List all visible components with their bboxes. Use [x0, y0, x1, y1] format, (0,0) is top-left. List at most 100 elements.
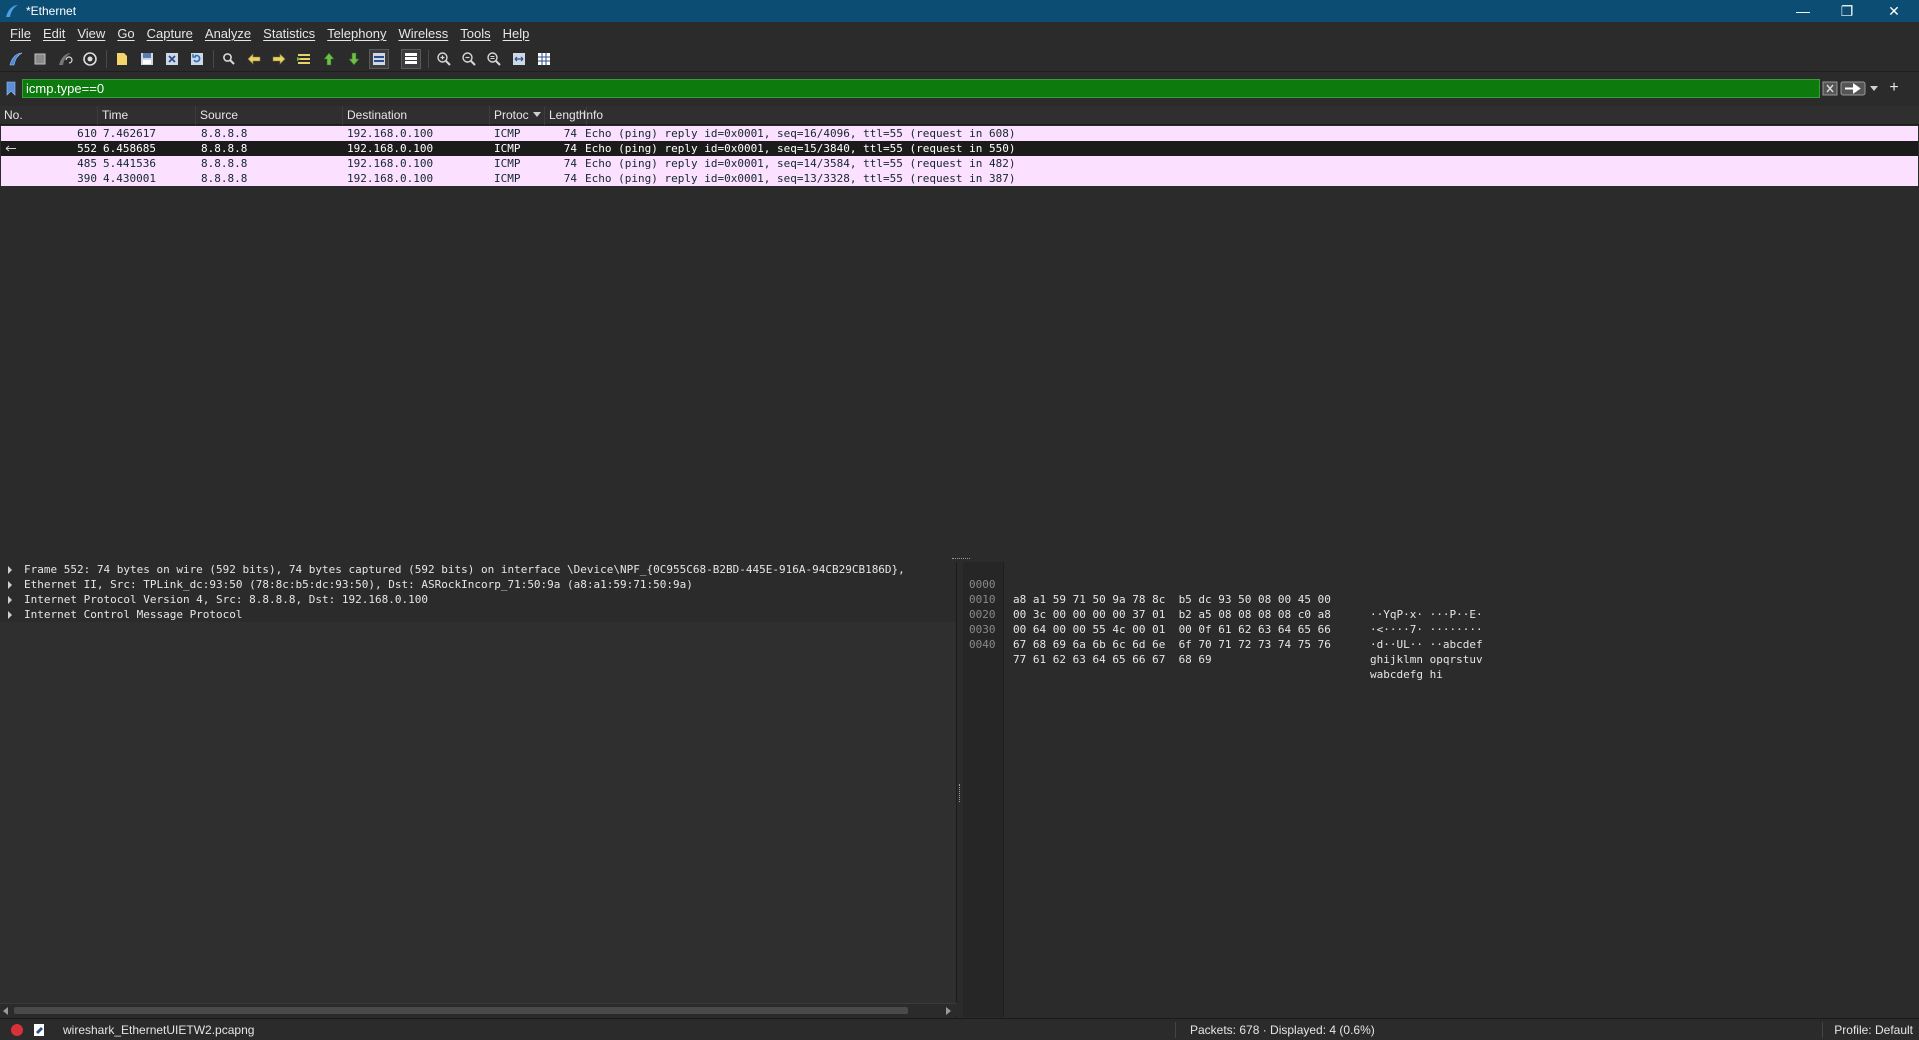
splitter-grip [952, 558, 970, 560]
column-header-info[interactable]: Info [583, 106, 1919, 125]
autoscroll-icon [373, 53, 385, 65]
hex-ascii: wabcdefg hi [1370, 668, 1443, 681]
close-file-button[interactable] [162, 49, 182, 69]
column-header-no[interactable]: No. [0, 106, 98, 125]
packet-protocol: ICMP [494, 172, 521, 185]
go-to-packet-icon [297, 54, 310, 64]
start-capture-button[interactable] [6, 49, 26, 69]
add-filter-button-icon[interactable]: + [1886, 78, 1902, 98]
expand-arrow-icon[interactable] [8, 581, 12, 589]
menu-statistics[interactable]: Statistics [257, 26, 321, 41]
zoom-normal-button[interactable] [484, 49, 504, 69]
save-file-button[interactable] [137, 49, 157, 69]
zoom-in-button[interactable] [434, 49, 454, 69]
packet-info: Echo (ping) reply id=0x0001, seq=16/4096… [585, 127, 1016, 140]
restart-icon [59, 53, 73, 65]
go-to-packet-button[interactable] [294, 49, 314, 69]
tree-item-ipv4[interactable]: Internet Protocol Version 4, Src: 8.8.8.… [0, 592, 957, 607]
reload-file-button[interactable] [187, 49, 207, 69]
menu-telephony[interactable]: Telephony [321, 26, 392, 41]
hex-row[interactable]: 0020 00 64 00 00 55 4c 00 01 00 0f 61 62… [963, 592, 1919, 651]
close-button[interactable]: ✕ [1872, 0, 1916, 22]
hex-bytes: 77 61 62 63 64 65 66 67 68 69 [1013, 653, 1212, 666]
chevron-down-icon[interactable] [1868, 81, 1880, 96]
zoom-normal-icon [487, 52, 501, 66]
hex-bytes: 67 68 69 6a 6b 6c 6d 6e 6f 70 71 72 73 7… [1013, 638, 1331, 651]
menu-edit[interactable]: Edit [37, 26, 71, 41]
menu-file[interactable]: File [4, 26, 37, 41]
capture-status-indicator-icon[interactable] [11, 1024, 23, 1036]
reload-icon [191, 53, 203, 65]
menu-analyze[interactable]: Analyze [199, 26, 257, 41]
column-header-protocol[interactable]: Protoc [490, 106, 545, 125]
expand-arrow-icon[interactable] [8, 611, 12, 619]
packet-row-selected[interactable]: 552 6.458685 8.8.8.8 192.168.0.100 ICMP … [1, 141, 1918, 156]
hex-row[interactable]: 0000 a8 a1 59 71 50 9a 78 8c b5 dc 93 50… [963, 562, 1919, 621]
packet-protocol: ICMP [494, 127, 521, 140]
tree-item-icmp[interactable]: Internet Control Message Protocol [0, 607, 957, 622]
go-first-button[interactable] [319, 49, 339, 69]
expand-arrow-icon[interactable] [8, 596, 12, 604]
tree-item-ethernet[interactable]: Ethernet II, Src: TPLink_dc:93:50 (78:8c… [0, 577, 957, 592]
clear-filter-icon[interactable] [1822, 81, 1838, 96]
find-packet-button[interactable] [219, 49, 239, 69]
resize-columns-icon [513, 53, 525, 65]
display-filter-input[interactable] [22, 79, 1820, 98]
packet-row[interactable]: 390 4.430001 8.8.8.8 192.168.0.100 ICMP … [1, 171, 1918, 186]
apply-filter-icon[interactable] [1840, 81, 1866, 96]
minimize-button[interactable]: — [1781, 0, 1825, 22]
menu-help[interactable]: Help [497, 26, 536, 41]
scroll-right-icon[interactable] [946, 1007, 952, 1015]
colorize-button[interactable] [401, 49, 421, 69]
menu-tools[interactable]: Tools [454, 26, 496, 41]
profile-selector[interactable]: Profile: Default [1834, 1023, 1913, 1037]
tree-item-label: Frame 552: 74 bytes on wire (592 bits), … [24, 563, 905, 576]
scrollbar-thumb[interactable] [14, 1007, 908, 1014]
packet-source: 8.8.8.8 [201, 157, 248, 170]
menu-go[interactable]: Go [111, 26, 140, 41]
hex-row[interactable]: 0030 67 68 69 6a 6b 6c 6d 6e 6f 70 71 72… [963, 607, 1919, 666]
capture-options-button[interactable] [80, 49, 100, 69]
scroll-left-icon[interactable] [3, 1007, 9, 1015]
column-header-length[interactable]: Length [545, 106, 587, 125]
menu-view[interactable]: View [71, 26, 111, 41]
go-back-button[interactable] [244, 49, 264, 69]
resize-columns-button[interactable] [509, 49, 529, 69]
packet-row[interactable]: 610 7.462617 8.8.8.8 192.168.0.100 ICMP … [1, 126, 1918, 141]
restart-capture-button[interactable] [55, 49, 75, 69]
menu-wireless[interactable]: Wireless [392, 26, 454, 41]
tree-item-frame[interactable]: Frame 552: 74 bytes on wire (592 bits), … [0, 562, 957, 577]
restore-button[interactable]: ❐ [1825, 0, 1869, 22]
packet-row[interactable]: 485 5.441536 8.8.8.8 192.168.0.100 ICMP … [1, 156, 1918, 171]
stop-capture-button[interactable] [30, 49, 50, 69]
packet-source: 8.8.8.8 [201, 142, 248, 155]
zoom-out-button[interactable] [459, 49, 479, 69]
colorize-icon [405, 53, 417, 64]
column-header-source[interactable]: Source [196, 106, 343, 125]
packet-time: 6.458685 [103, 142, 156, 155]
bookmark-icon[interactable] [6, 81, 16, 96]
open-file-button[interactable] [112, 49, 132, 69]
hex-row[interactable]: 0040 77 61 62 63 64 65 66 67 68 69 wabcd… [963, 622, 1919, 681]
column-header-destination[interactable]: Destination [343, 106, 490, 125]
packet-destination: 192.168.0.100 [347, 142, 434, 155]
go-last-button[interactable] [344, 49, 364, 69]
column-header-time[interactable]: Time [98, 106, 196, 125]
details-horizontal-scrollbar[interactable] [0, 1003, 957, 1016]
packet-no: 485 [77, 157, 97, 170]
packet-destination: 192.168.0.100 [347, 157, 434, 170]
close-file-icon [166, 53, 178, 65]
menu-capture[interactable]: Capture [141, 26, 199, 41]
packet-info: Echo (ping) reply id=0x0001, seq=13/3328… [585, 172, 1016, 185]
column-header-protocol-label: Protoc [494, 108, 529, 122]
wireshark-logo-icon [6, 5, 18, 17]
status-divider [1175, 1022, 1176, 1038]
layout-button[interactable] [534, 49, 554, 69]
toolbar-separator [106, 50, 107, 68]
splitter-grip [959, 784, 961, 802]
autoscroll-button[interactable] [369, 49, 389, 69]
go-forward-button[interactable] [269, 49, 289, 69]
comment-edit-icon[interactable] [33, 1023, 45, 1037]
hex-row[interactable]: 0010 00 3c 00 00 00 00 37 01 b2 a5 08 08… [963, 577, 1919, 636]
expand-arrow-icon[interactable] [8, 566, 12, 574]
